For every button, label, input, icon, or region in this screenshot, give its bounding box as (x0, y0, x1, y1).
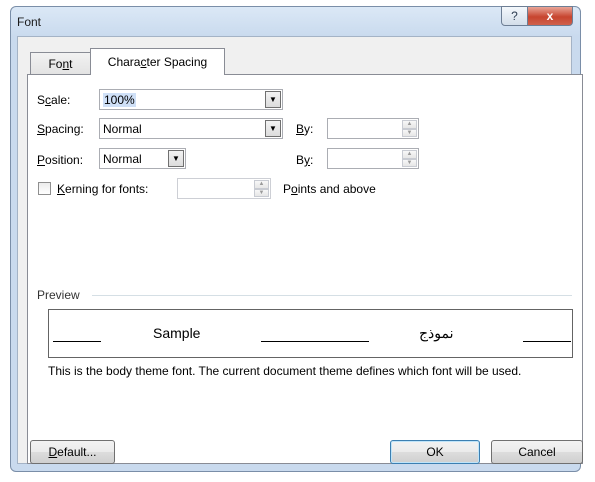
preview-sample-latin: Sample (153, 325, 201, 341)
chevron-down-icon[interactable]: ▼ (265, 120, 281, 137)
scale-label: Scale: (37, 93, 71, 107)
preview-group-label: Preview (37, 288, 80, 302)
chevron-down-icon[interactable]: ▼ (265, 91, 281, 108)
tab-cs-label-b: ter Spacing (146, 55, 208, 69)
kerning-points-spinner[interactable]: ▲ ▼ (177, 178, 271, 199)
spin-down-icon[interactable]: ▼ (402, 158, 417, 167)
chevron-down-icon[interactable]: ▼ (168, 150, 184, 167)
spin-up-icon[interactable]: ▲ (402, 150, 417, 159)
default-button[interactable]: Default... (30, 440, 115, 464)
preview-underline-middle (261, 341, 369, 342)
kerning-label: Kerning for fonts: (57, 182, 149, 196)
kerning-suffix-label: Points and above (283, 182, 376, 196)
spacing-by-spinner[interactable]: ▲ ▼ (327, 118, 419, 139)
tab-font-label-key: n (62, 56, 70, 71)
position-label: Position: (37, 153, 84, 167)
spin-up-icon[interactable]: ▲ (402, 120, 417, 129)
spacing-combo[interactable]: Normal ▼ (99, 118, 283, 139)
title-bar[interactable]: Font ? x (11, 6, 580, 37)
tab-font-label-a: Fo (48, 56, 63, 71)
close-icon: x (546, 9, 554, 23)
tab-font[interactable]: Fo n t (30, 52, 91, 74)
scale-combo[interactable]: 100% ▼ (99, 89, 283, 110)
spacing-by-label: By: (296, 122, 314, 136)
preview-underline-right (523, 341, 571, 342)
position-combo[interactable]: Normal ▼ (99, 148, 186, 169)
position-by-label: By: (296, 153, 314, 167)
preview-group-divider (92, 295, 572, 296)
tab-cs-label-a: Chara (107, 55, 141, 69)
preview-description: This is the body theme font. The current… (48, 364, 522, 378)
spin-down-icon[interactable]: ▼ (402, 128, 417, 137)
help-button[interactable]: ? (501, 6, 528, 26)
spacing-label: Spacing: (37, 122, 84, 136)
spacing-value: Normal (103, 122, 142, 136)
spin-down-icon[interactable]: ▼ (254, 188, 269, 197)
preview-box: Sample نموذج (48, 309, 573, 358)
help-icon: ? (511, 9, 518, 23)
position-value: Normal (103, 152, 142, 166)
tab-font-label-b: t (69, 56, 73, 71)
preview-sample-arabic: نموذج (419, 325, 454, 341)
ok-button[interactable]: OK (390, 440, 480, 464)
close-button[interactable]: x (527, 6, 573, 26)
dialog-title: Font (17, 15, 42, 29)
cancel-button[interactable]: Cancel (491, 440, 583, 464)
kerning-checkbox[interactable] (38, 182, 51, 195)
spin-up-icon[interactable]: ▲ (254, 180, 269, 189)
preview-underline-left (53, 341, 101, 342)
position-by-spinner[interactable]: ▲ ▼ (327, 148, 419, 169)
tab-character-spacing[interactable]: Chara c ter Spacing (90, 48, 225, 75)
scale-value: 100% (103, 93, 136, 107)
